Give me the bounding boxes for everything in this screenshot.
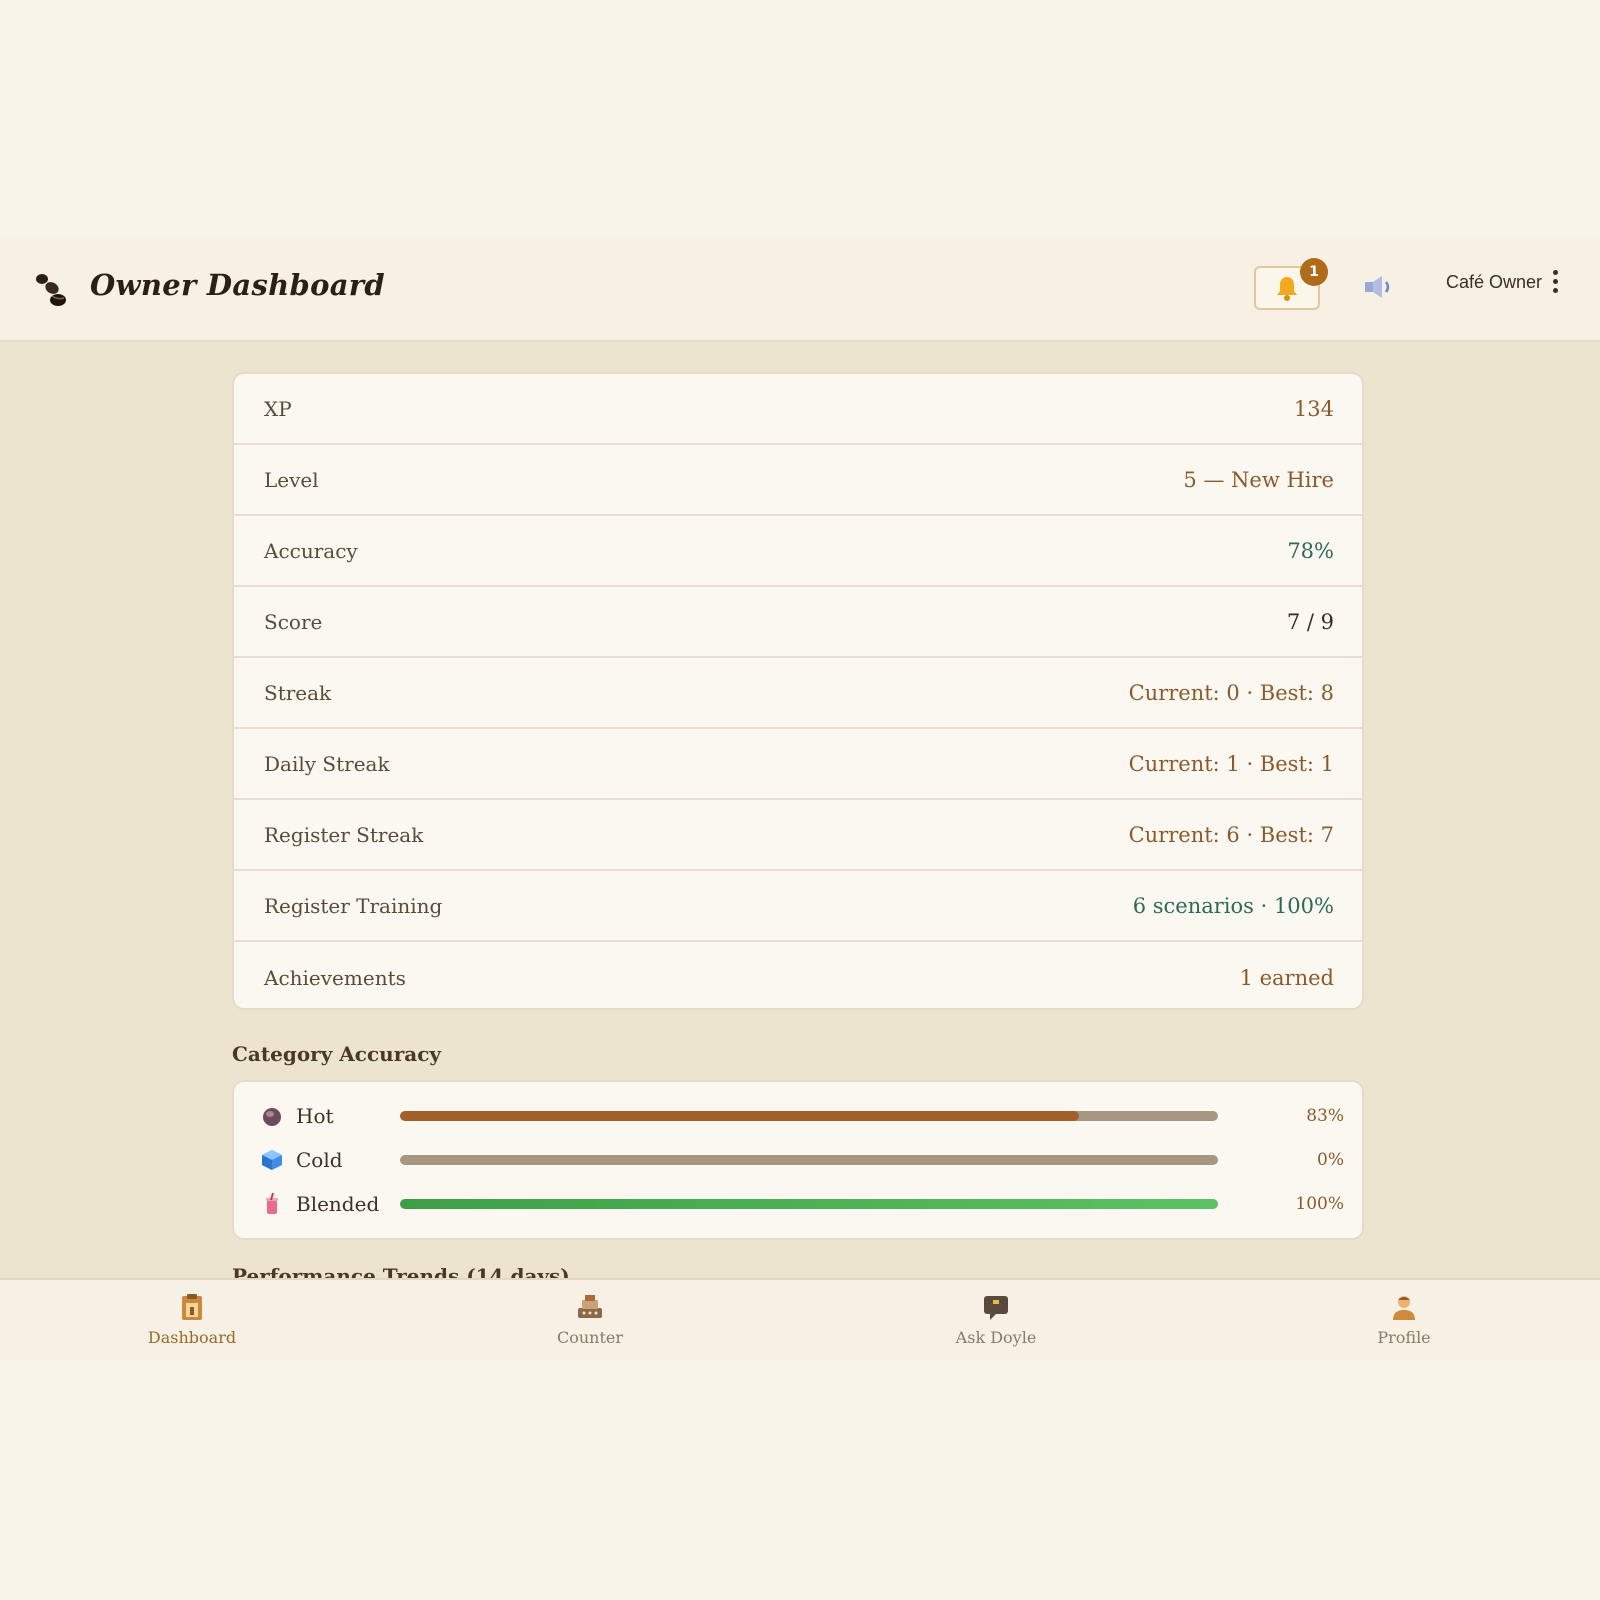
nav-item-profile[interactable]: Profile: [1304, 1280, 1504, 1362]
stat-label: XP: [264, 396, 292, 421]
stat-label: Register Training: [264, 893, 443, 918]
stat-row-level: Level 5 — New Hire: [234, 445, 1362, 516]
more-options-icon[interactable]: [1552, 270, 1560, 300]
bell-icon: [1277, 277, 1297, 301]
stat-value: 5 — New Hire: [1183, 467, 1334, 492]
category-percent: 100%: [1295, 1194, 1344, 1214]
stat-row-streak: Streak Current: 0 · Best: 8: [234, 658, 1362, 729]
category-percent: 0%: [1317, 1150, 1344, 1170]
stat-label: Streak: [264, 680, 332, 705]
category-accuracy-card: Hot 83% Cold 0% Blended 100%: [232, 1080, 1364, 1240]
clipboard-icon: [182, 1294, 202, 1320]
blended-drink-icon: [266, 1192, 278, 1214]
stat-label: Score: [264, 609, 323, 634]
app-header: Owner Dashboard 1 Café Owner: [0, 238, 1600, 342]
register-icon: [578, 1295, 602, 1318]
ice-cube-icon: [262, 1150, 282, 1170]
performance-trends-heading: Performance Trends (14 days): [232, 1264, 570, 1278]
stat-value: Current: 0 · Best: 8: [1128, 680, 1334, 705]
hot-coffee-icon: [263, 1108, 281, 1126]
notification-badge: 1: [1300, 258, 1328, 286]
nav-item-counter[interactable]: Counter: [490, 1280, 690, 1362]
category-percent: 83%: [1306, 1106, 1344, 1126]
stat-row-register-training: Register Training 6 scenarios · 100%: [234, 871, 1362, 942]
category-row-blended: Blended 100%: [234, 1184, 1366, 1224]
stat-row-accuracy: Accuracy 78%: [234, 516, 1362, 587]
stat-row-register-streak: Register Streak Current: 6 · Best: 7: [234, 800, 1362, 871]
progress-bar-fill: [400, 1111, 1079, 1121]
stat-label: Accuracy: [264, 538, 358, 563]
nav-label: Dashboard: [147, 1328, 237, 1347]
stats-card: XP 134 Level 5 — New Hire Accuracy 78% S…: [232, 372, 1364, 1010]
stat-label: Daily Streak: [264, 751, 390, 776]
chat-bubble-icon: [984, 1296, 1008, 1320]
stat-value: 78%: [1287, 538, 1334, 563]
progress-bar-fill: [400, 1199, 1218, 1209]
category-row-hot: Hot 83%: [234, 1096, 1366, 1136]
user-role-label[interactable]: Café Owner: [1446, 272, 1542, 293]
stat-value: 7 / 9: [1286, 609, 1334, 634]
category-label: Hot: [296, 1104, 334, 1128]
stat-value: 134: [1293, 396, 1334, 421]
progress-bar: [400, 1111, 1218, 1121]
stat-value: 6 scenarios · 100%: [1132, 893, 1334, 918]
nav-item-ask-doyle[interactable]: Ask Doyle: [896, 1280, 1096, 1362]
stat-label: Level: [264, 467, 319, 492]
nav-label: Profile: [1377, 1328, 1431, 1347]
category-label: Blended: [296, 1192, 380, 1216]
category-label: Cold: [296, 1148, 343, 1172]
dashboard-content[interactable]: XP 134 Level 5 — New Hire Accuracy 78% S…: [0, 342, 1600, 1278]
stat-row-score: Score 7 / 9: [234, 587, 1362, 658]
coffee-beans-icon: [36, 274, 66, 306]
speaker-icon[interactable]: [1362, 272, 1394, 302]
stat-row-xp: XP 134: [234, 374, 1362, 445]
page-title: Owner Dashboard: [90, 268, 385, 302]
bottom-navigation: Dashboard Counter Ask Doyle Profile: [0, 1278, 1600, 1360]
stat-value: Current: 1 · Best: 1: [1128, 751, 1334, 776]
stat-label: Achievements: [264, 965, 406, 990]
stat-row-achievements: Achievements 1 earned: [234, 942, 1362, 1008]
stat-label: Register Streak: [264, 822, 424, 847]
nav-label: Ask Doyle: [955, 1328, 1037, 1347]
category-row-cold: Cold 0%: [234, 1140, 1366, 1180]
nav-label: Counter: [556, 1328, 624, 1347]
nav-item-dashboard[interactable]: Dashboard: [92, 1280, 292, 1362]
progress-bar: [400, 1199, 1218, 1209]
stat-row-daily-streak: Daily Streak Current: 1 · Best: 1: [234, 729, 1362, 800]
person-icon: [1393, 1296, 1415, 1320]
category-accuracy-heading: Category Accuracy: [232, 1042, 441, 1066]
stat-value: Current: 6 · Best: 7: [1128, 822, 1334, 847]
stat-value: 1 earned: [1239, 965, 1334, 990]
progress-bar: [400, 1155, 1218, 1165]
